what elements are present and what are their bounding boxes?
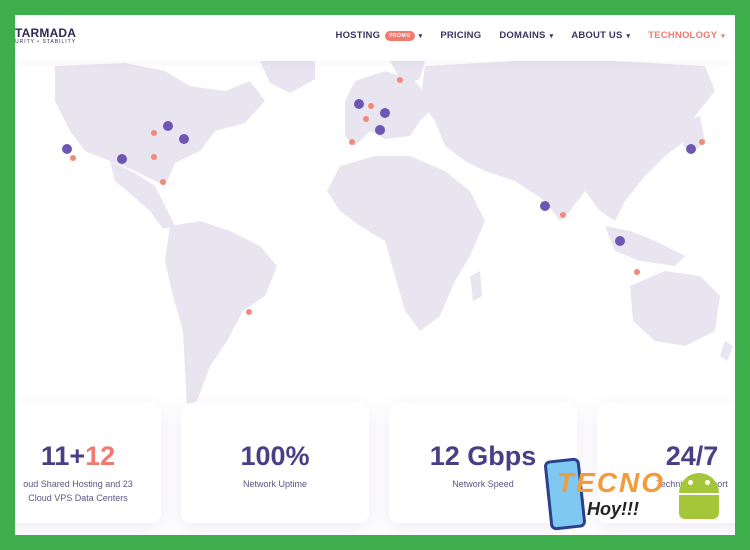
main-nav: HOSTING PROMO ▾ PRICING DOMAINS ▾ ABOUT …: [336, 30, 725, 41]
pop-marker[interactable]: [246, 309, 252, 315]
chevron-down-icon: ▾: [418, 32, 423, 40]
nav-technology[interactable]: TECHNOLOGY ▾: [648, 30, 725, 41]
nav-about-us-label: ABOUT US: [571, 30, 623, 41]
watermark: TECNO Hoy!!!: [543, 457, 735, 535]
datacenter-marker[interactable]: [686, 144, 696, 154]
southeast-asia-islands: [605, 226, 685, 266]
stat-label: oud Shared Hosting and 23 Cloud VPS Data…: [15, 477, 161, 505]
datacenter-marker[interactable]: [163, 121, 173, 131]
pop-marker[interactable]: [634, 269, 640, 275]
greenland-landmass: [260, 61, 315, 93]
north-america-landmass: [55, 63, 265, 186]
nav-about-us[interactable]: ABOUT US ▾: [571, 30, 630, 41]
australia-landmass: [630, 271, 720, 346]
pop-marker[interactable]: [699, 139, 705, 145]
stat-label-line-1: oud Shared Hosting and 23: [23, 479, 133, 489]
chevron-down-icon: ▾: [721, 32, 725, 40]
datacenter-marker[interactable]: [117, 154, 127, 164]
stat-card-datacenters: 11+12 oud Shared Hosting and 23 Cloud VP…: [15, 403, 161, 523]
stat-value: 11+12: [15, 441, 161, 472]
pop-marker[interactable]: [363, 116, 369, 122]
nav-domains[interactable]: DOMAINS ▾: [499, 30, 553, 41]
datacenter-marker[interactable]: [540, 201, 550, 211]
pop-marker[interactable]: [70, 155, 76, 161]
continents: [55, 61, 733, 406]
stat-value: 100%: [240, 441, 310, 471]
datacenter-marker[interactable]: [62, 144, 72, 154]
chevron-down-icon: ▾: [626, 32, 631, 40]
new-zealand-landmass: [720, 341, 733, 361]
pop-marker[interactable]: [151, 130, 157, 136]
africa-landmass: [327, 156, 485, 331]
datacenter-marker[interactable]: [354, 99, 364, 109]
pop-marker[interactable]: [560, 212, 566, 218]
world-map: [55, 61, 733, 406]
stat-label-line-2: Cloud VPS Data Centers: [28, 493, 128, 503]
stat-value-shared: 11+: [40, 441, 86, 471]
pop-marker[interactable]: [368, 103, 374, 109]
brand-logo[interactable]: TARMADA URITY • STABILITY: [15, 26, 76, 45]
south-america-landmass: [165, 221, 277, 406]
pop-marker[interactable]: [151, 154, 157, 160]
nav-pricing[interactable]: PRICING: [440, 30, 481, 41]
datacenter-marker[interactable]: [179, 134, 189, 144]
nav-hosting-label: HOSTING: [335, 30, 381, 41]
datacenter-marker[interactable]: [375, 125, 385, 135]
promo-badge: PROMO: [385, 30, 415, 41]
site-header: TARMADA URITY • STABILITY HOSTING PROMO …: [15, 15, 735, 61]
stat-value-vps: 12: [85, 441, 116, 471]
watermark-line-2: Hoy!!!: [587, 499, 639, 519]
stat-card-uptime: 100% Network Uptime: [181, 403, 369, 523]
pop-marker[interactable]: [349, 139, 355, 145]
pop-marker[interactable]: [397, 77, 403, 83]
madagascar-landmass: [470, 271, 482, 301]
nav-pricing-label: PRICING: [440, 30, 482, 41]
stat-label: Network Uptime: [242, 479, 307, 489]
datacenter-marker[interactable]: [615, 236, 625, 246]
chevron-down-icon: ▾: [549, 32, 554, 40]
pop-marker[interactable]: [160, 179, 166, 185]
nav-domains-label: DOMAINS: [499, 30, 546, 41]
brand-name: TARMADA: [15, 26, 77, 40]
nav-technology-label: TECHNOLOGY: [648, 30, 718, 41]
page-frame: TARMADA URITY • STABILITY HOSTING PROMO …: [15, 15, 735, 535]
nav-hosting[interactable]: HOSTING PROMO ▾: [336, 30, 423, 41]
brand-tagline: URITY • STABILITY: [15, 39, 77, 45]
datacenter-marker[interactable]: [380, 108, 390, 118]
watermark-line-1: TECNO: [557, 467, 665, 498]
android-robot-icon: [675, 473, 723, 523]
